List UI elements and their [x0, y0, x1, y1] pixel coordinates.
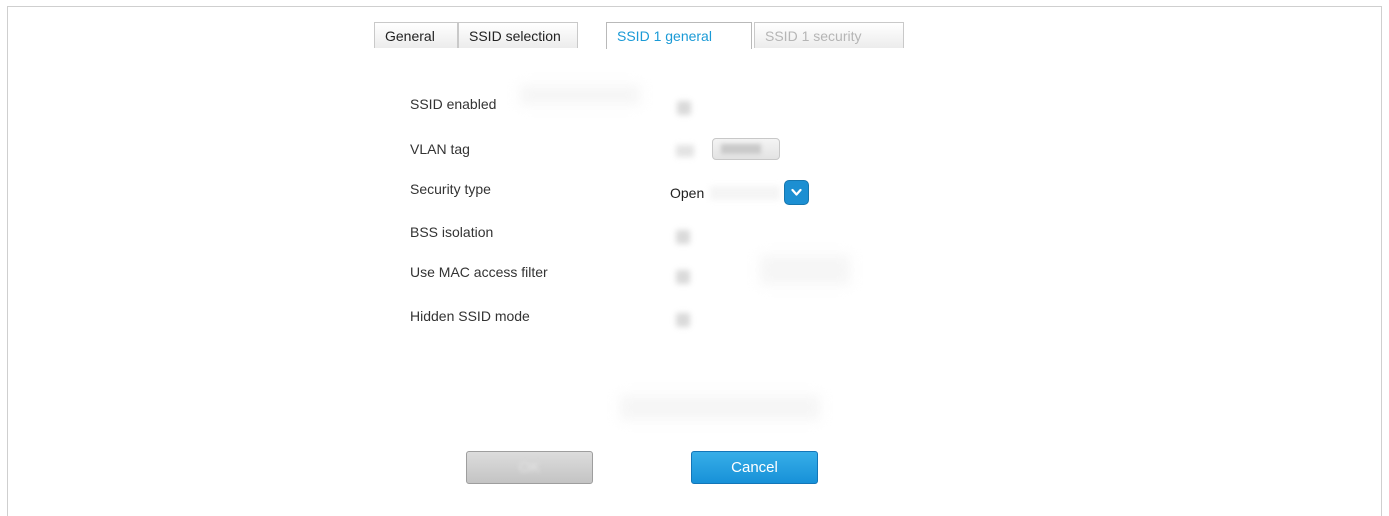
tab-ssid-selection[interactable]: SSID selection — [458, 22, 578, 48]
ssid-enabled-label: SSID enabled — [410, 96, 497, 112]
bss-isolation-label: BSS isolation — [410, 224, 494, 240]
security-type-value[interactable]: Open — [670, 185, 704, 201]
background-blur — [520, 85, 640, 105]
hidden-ssid-label: Hidden SSID mode — [410, 308, 530, 324]
ok-button-label: OK — [518, 459, 541, 476]
vlan-tag-checkbox[interactable] — [676, 145, 694, 157]
background-blur — [760, 255, 850, 285]
security-type-select-field[interactable] — [710, 186, 780, 200]
chevron-down-icon — [791, 188, 802, 196]
security-type-dropdown-button[interactable] — [784, 180, 809, 205]
mac-filter-label: Use MAC access filter — [410, 264, 548, 280]
cancel-button[interactable]: Cancel — [691, 451, 818, 484]
background-blur — [620, 395, 820, 420]
security-type-label: Security type — [410, 181, 491, 197]
tab-ssid1-security: SSID 1 security — [754, 22, 904, 48]
hidden-ssid-checkbox[interactable] — [676, 313, 690, 327]
ssid-enabled-checkbox[interactable] — [677, 101, 691, 115]
dialog-frame — [7, 6, 1382, 516]
bss-isolation-checkbox[interactable] — [676, 230, 690, 244]
vlan-tag-input[interactable] — [712, 138, 780, 160]
tab-general[interactable]: General — [374, 22, 458, 48]
mac-filter-checkbox[interactable] — [676, 270, 690, 284]
ok-button[interactable]: OK — [466, 451, 593, 484]
tab-ssid1-general[interactable]: SSID 1 general — [606, 22, 752, 49]
vlan-tag-label: VLAN tag — [410, 141, 470, 157]
